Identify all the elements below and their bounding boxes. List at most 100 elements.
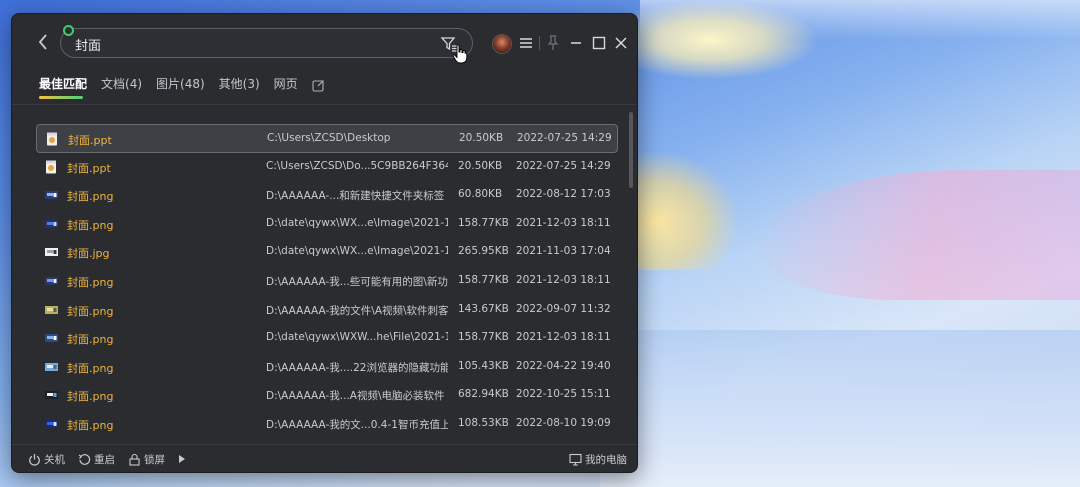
- file-date: 2021-12-03 18:11: [516, 273, 611, 286]
- results-list: 封面.ppt C:\Users\ZCSD\Desktop 20.50KB 2022-0…: [36, 124, 618, 440]
- image-thumbnail-icon: [45, 388, 58, 402]
- file-path: D:\date\qywx\WX...e\Image\2021-11: [266, 245, 448, 258]
- file-size: 108.53KB: [458, 416, 509, 429]
- file-date: 2022-07-25 14:29: [516, 159, 611, 172]
- file-name: 封面.png: [67, 190, 114, 204]
- search-box[interactable]: [60, 25, 473, 58]
- file-path: D:\date\qywx\WXW...he\File\2021-12: [266, 331, 448, 344]
- file-size: 682.94KB: [458, 388, 509, 401]
- file-path: D:\AAAAAA-我....22浏览器的隐藏功能: [266, 361, 448, 374]
- search-icon: [63, 25, 74, 36]
- result-row[interactable]: 封面.png D:\date\qywx\WXW...he\File\2021-12…: [36, 324, 618, 353]
- file-path: D:\AAAAAA-我...些可能有用的图\新功能: [266, 275, 448, 288]
- minimize-icon[interactable]: [569, 35, 583, 51]
- file-date: 2022-04-22 19:40: [516, 359, 611, 372]
- scrollbar-thumb[interactable]: [629, 112, 633, 188]
- back-button[interactable]: [34, 33, 52, 55]
- wallpaper-water: [600, 330, 1080, 487]
- lock-icon: [129, 453, 140, 466]
- result-row[interactable]: 封面.ppt C:\Users\ZCSD\Desktop 20.50KB 2022-0…: [36, 124, 618, 153]
- file-name: 封面.png: [67, 333, 114, 347]
- monitor-icon: [569, 453, 582, 466]
- result-row[interactable]: 封面.png D:\AAAAAA-我的文件\A视频\软件刺客 143.67KB 202…: [36, 296, 618, 325]
- image-thumbnail-icon: [45, 217, 58, 231]
- tab-images[interactable]: 图片(48): [156, 75, 205, 101]
- image-thumbnail-icon: [45, 303, 58, 317]
- file-path: D:\AAAAAA-...和新建快捷文件夹标签: [266, 190, 445, 203]
- file-path: D:\AAAAAA-我的文件\A视频\软件刺客: [266, 304, 448, 317]
- shutdown-label: 关机: [44, 454, 65, 466]
- result-row[interactable]: 封面.jpg D:\date\qywx\WX...e\Image\2021-11 2…: [36, 238, 618, 267]
- tab-documents[interactable]: 文档(4): [101, 75, 142, 101]
- bottom-bar: 关机 重启 锁屏 我的电脑: [12, 444, 637, 472]
- file-date: 2021-12-03 18:11: [516, 331, 611, 344]
- tab-web[interactable]: 网页: [274, 75, 298, 101]
- tab-best-match[interactable]: 最佳匹配: [39, 75, 87, 101]
- user-avatar[interactable]: [492, 34, 512, 54]
- file-size: 265.95KB: [458, 245, 509, 258]
- image-thumbnail-icon: [45, 331, 58, 345]
- chevron-left-icon: [38, 34, 47, 50]
- file-path: D:\AAAAAA-我的文...0.4-1智币充值上线: [266, 418, 448, 431]
- file-date: 2022-07-25 14:29: [517, 132, 612, 144]
- image-thumbnail-icon: [45, 417, 58, 431]
- lock-button[interactable]: 锁屏: [128, 452, 165, 467]
- result-row[interactable]: 封面.png D:\AAAAAA-我的文...0.4-1智币充值上线 108.53K…: [36, 410, 618, 439]
- file-size: 105.43KB: [458, 359, 509, 372]
- shutdown-button[interactable]: 关机: [28, 452, 65, 467]
- my-computer-label: 我的电脑: [585, 454, 627, 466]
- expand-arrow-icon[interactable]: [178, 454, 186, 464]
- result-row[interactable]: 封面.png D:\date\qywx\WX...e\Image\2021-12 1…: [36, 210, 618, 239]
- file-name: 封面.png: [67, 390, 114, 404]
- result-row[interactable]: 封面.png D:\AAAAAA-我....22浏览器的隐藏功能 105.43KB 2…: [36, 353, 618, 382]
- file-size: 60.80KB: [458, 188, 503, 201]
- file-name: 封面.png: [67, 275, 114, 289]
- file-size: 158.77KB: [458, 331, 509, 344]
- result-row[interactable]: 封面.png D:\AAAAAA-我...些可能有用的图\新功能 158.77KB 2…: [36, 267, 618, 296]
- restart-label: 重启: [94, 454, 115, 466]
- search-window: 最佳匹配 文档(4) 图片(48) 其他(3) 网页 封面.ppt C:\User…: [11, 13, 638, 473]
- my-computer-button[interactable]: 我的电脑: [569, 452, 627, 467]
- title-bar: [12, 14, 637, 74]
- close-icon[interactable]: [614, 36, 628, 50]
- divider: [12, 104, 637, 105]
- maximize-icon[interactable]: [592, 36, 606, 50]
- file-name: 封面.ppt: [68, 134, 112, 147]
- category-tabs: 最佳匹配 文档(4) 图片(48) 其他(3) 网页: [39, 75, 325, 101]
- file-name: 封面.jpg: [67, 247, 110, 261]
- file-date: 2021-11-03 17:04: [516, 245, 611, 258]
- file-size: 143.67KB: [458, 302, 509, 315]
- tab-others[interactable]: 其他(3): [219, 75, 260, 101]
- image-thumbnail-icon: [45, 245, 58, 259]
- image-thumbnail-icon: [45, 188, 58, 202]
- file-name: 封面.png: [67, 304, 114, 318]
- power-icon: [29, 454, 40, 466]
- file-date: 2022-08-12 17:03: [516, 188, 611, 201]
- file-size: 20.50KB: [458, 159, 503, 172]
- file-path: C:\Users\ZCSD\Desktop: [267, 132, 391, 144]
- menu-icon[interactable]: [519, 36, 533, 50]
- result-row[interactable]: 封面.png D:\AAAAAA-...和新建快捷文件夹标签 60.80KB 2022…: [36, 181, 618, 210]
- file-date: 2022-09-07 11:32: [516, 302, 611, 315]
- ppt-file-icon: [45, 160, 58, 174]
- search-input[interactable]: [75, 34, 415, 54]
- wallpaper-wave: [760, 170, 1080, 300]
- pin-icon[interactable]: [547, 35, 559, 51]
- image-thumbnail-icon: [45, 274, 58, 288]
- restart-button[interactable]: 重启: [78, 452, 115, 467]
- separator: [539, 36, 540, 50]
- restart-icon: [78, 454, 91, 465]
- result-row[interactable]: 封面.png D:\AAAAAA-我...A视频\电脑必装软件 682.94KB 20…: [36, 381, 618, 410]
- file-name: 封面.ppt: [67, 161, 111, 175]
- file-size: 158.77KB: [458, 216, 509, 229]
- file-name: 封面.png: [67, 218, 114, 232]
- file-size: 20.50KB: [459, 132, 504, 144]
- result-row[interactable]: 封面.ppt C:\Users\ZCSD\Do...5C9BB264F36458D…: [36, 153, 618, 182]
- image-thumbnail-icon: [45, 360, 58, 374]
- file-path: D:\date\qywx\WX...e\Image\2021-12: [266, 216, 448, 229]
- file-size: 158.77KB: [458, 273, 509, 286]
- edit-tabs-icon[interactable]: [312, 79, 325, 92]
- ppt-file-icon: [46, 132, 59, 146]
- file-name: 封面.png: [67, 361, 114, 375]
- mouse-cursor-icon: [452, 44, 468, 64]
